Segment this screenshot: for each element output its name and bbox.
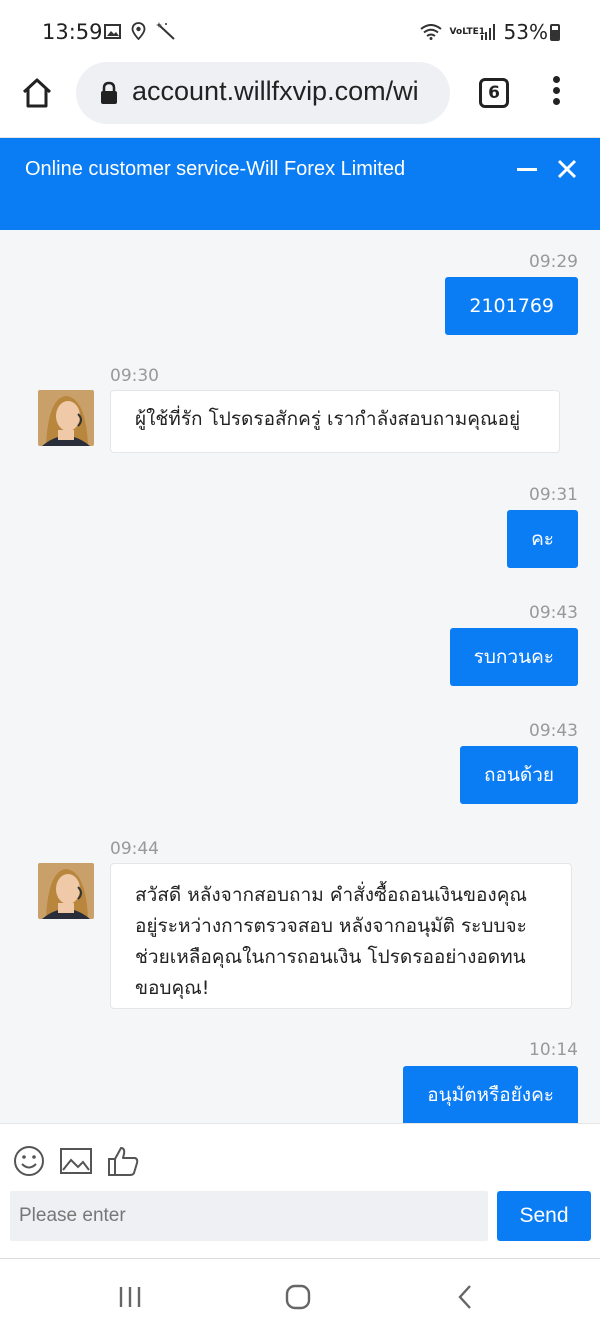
incoming-message: ผู้ใช้ที่รัก โปรดรอสักครู่ เรากำลังสอบถา… <box>110 390 560 453</box>
overflow-menu-icon[interactable] <box>548 76 564 110</box>
wifi-icon <box>419 24 442 40</box>
message-time: 09:31 <box>529 485 578 505</box>
incoming-message: สวัสดี หลังจากสอบถาม คำสั่งซื้อถอนเงินขอ… <box>110 863 572 1009</box>
address-bar[interactable]: account.willfxvip.com/wi <box>76 62 450 124</box>
browser-toolbar: account.willfxvip.com/wi 6 <box>0 62 600 138</box>
volte-icon: VoLTE1 <box>449 27 485 37</box>
message-time: 09:29 <box>529 252 578 272</box>
status-bar: 13:59 VoLTE1 53% <box>0 0 600 62</box>
chat-header: Online customer service-Will Forex Limit… <box>0 138 600 230</box>
close-icon[interactable] <box>556 158 578 180</box>
outgoing-message: รบกวนคะ <box>449 628 578 686</box>
location-icon <box>131 22 146 40</box>
outgoing-message: อนุมัตหรือยังคะ <box>403 1066 578 1123</box>
signal-icon <box>480 24 495 40</box>
recent-apps-icon[interactable] <box>116 1283 144 1311</box>
tab-switcher-button[interactable]: 6 <box>479 78 509 108</box>
chat-title: Online customer service-Will Forex Limit… <box>25 158 406 180</box>
message-list[interactable]: 09:29 2101769 09:30 ผู้ใช้ที่รัก โปรดรอส… <box>0 230 600 1123</box>
lock-icon <box>101 81 117 104</box>
thumbs-up-icon[interactable] <box>106 1144 140 1178</box>
status-time: 13:59 <box>42 20 103 44</box>
agent-avatar <box>38 390 94 446</box>
emoji-icon[interactable] <box>12 1144 46 1178</box>
url-text: account.willfxvip.com/wi <box>132 76 419 106</box>
agent-avatar <box>38 863 94 919</box>
system-navigation-bar <box>0 1258 600 1333</box>
outgoing-message: คะ <box>507 510 578 568</box>
send-button[interactable]: Send <box>497 1191 591 1241</box>
composer: Send <box>0 1123 600 1258</box>
message-time: 10:14 <box>529 1040 578 1060</box>
message-time: 09:44 <box>110 839 159 859</box>
home-nav-icon[interactable] <box>284 1283 312 1311</box>
message-time: 09:43 <box>529 603 578 623</box>
back-icon[interactable] <box>452 1283 480 1311</box>
minimize-icon[interactable] <box>517 168 537 171</box>
gallery-icon <box>104 23 121 39</box>
message-time: 09:43 <box>529 721 578 741</box>
battery-percent: 53% <box>503 20 548 44</box>
image-icon[interactable] <box>59 1144 93 1178</box>
home-icon[interactable] <box>20 76 54 110</box>
message-time: 09:30 <box>110 366 159 386</box>
magic-wand-icon <box>156 22 175 40</box>
outgoing-message: ถอนด้วย <box>459 746 578 804</box>
outgoing-message: 2101769 <box>445 277 578 335</box>
battery-icon <box>550 24 560 41</box>
message-input[interactable] <box>10 1191 488 1241</box>
